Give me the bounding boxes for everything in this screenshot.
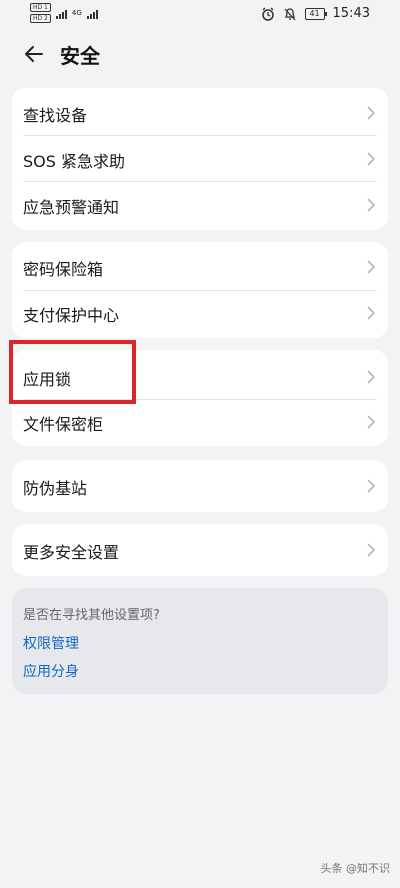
status-left: HD 1 HD 2 4G <box>30 3 98 23</box>
chevron-right-icon <box>367 198 376 212</box>
settings-item-find-device[interactable]: 查找设备 <box>12 90 388 136</box>
settings-item-file-safe[interactable]: 文件保密柜 <box>12 399 388 445</box>
chevron-right-icon <box>367 370 376 384</box>
signal-1-icon <box>55 7 67 19</box>
settings-item-label: 应急预警通知 <box>23 198 120 217</box>
chevron-right-icon <box>367 306 376 320</box>
link-app-twin[interactable]: 应用分身 <box>23 661 79 681</box>
clock: 15:43 <box>332 6 370 21</box>
settings-item-label: 支付保护中心 <box>23 306 120 325</box>
alarm-icon <box>261 7 274 21</box>
settings-item-sos[interactable]: SOS 紧急求助 <box>12 136 388 182</box>
settings-group-1: 查找设备 SOS 紧急求助 应急预警通知 <box>12 88 388 230</box>
settings-item-emergency-alerts[interactable]: 应急预警通知 <box>12 182 388 228</box>
settings-item-payment-protection[interactable]: 支付保护中心 <box>12 290 388 336</box>
link-permission-management[interactable]: 权限管理 <box>23 633 79 653</box>
sim1-badge: HD 1 <box>30 3 51 12</box>
page-title: 安全 <box>60 44 100 68</box>
sim-indicators: HD 1 HD 2 <box>30 3 51 23</box>
chevron-right-icon <box>367 543 376 557</box>
chevron-right-icon <box>367 152 376 166</box>
settings-group-5: 更多安全设置 <box>12 524 388 576</box>
settings-group-2: 密码保险箱 支付保护中心 <box>12 242 388 338</box>
highlight-box <box>9 340 136 404</box>
chevron-right-icon <box>367 415 376 429</box>
status-bar: HD 1 HD 2 4G 41 15:43 <box>0 0 400 30</box>
settings-item-label: SOS 紧急求助 <box>23 152 125 171</box>
status-right: 41 15:43 <box>261 6 370 21</box>
settings-group-4: 防伪基站 <box>12 460 388 512</box>
page-header: 安全 <box>0 30 400 78</box>
settings-item-label: 查找设备 <box>23 106 88 125</box>
sim2-badge: HD 2 <box>30 14 51 23</box>
network-type: 4G <box>71 9 82 17</box>
chevron-right-icon <box>367 106 376 120</box>
settings-item-label: 更多安全设置 <box>23 543 120 562</box>
settings-item-password-vault[interactable]: 密码保险箱 <box>12 244 388 290</box>
settings-item-label: 文件保密柜 <box>23 415 104 434</box>
settings-item-pseudo-base-station[interactable]: 防伪基站 <box>12 463 388 509</box>
suggestions-card: 是否在寻找其他设置项? 权限管理 应用分身 <box>12 588 388 694</box>
battery-icon: 41 <box>304 7 327 20</box>
chevron-right-icon <box>367 260 376 274</box>
signal-2-icon <box>86 7 98 19</box>
settings-item-label: 密码保险箱 <box>23 260 104 279</box>
suggestions-question: 是否在寻找其他设置项? <box>23 608 160 623</box>
watermark: 头条 @知不识 <box>320 862 391 875</box>
mute-bell-icon <box>284 7 296 20</box>
chevron-right-icon <box>367 479 376 493</box>
settings-item-label: 防伪基站 <box>23 479 88 498</box>
arrow-left-icon[interactable] <box>22 42 46 66</box>
settings-item-more-security[interactable]: 更多安全设置 <box>12 527 388 573</box>
